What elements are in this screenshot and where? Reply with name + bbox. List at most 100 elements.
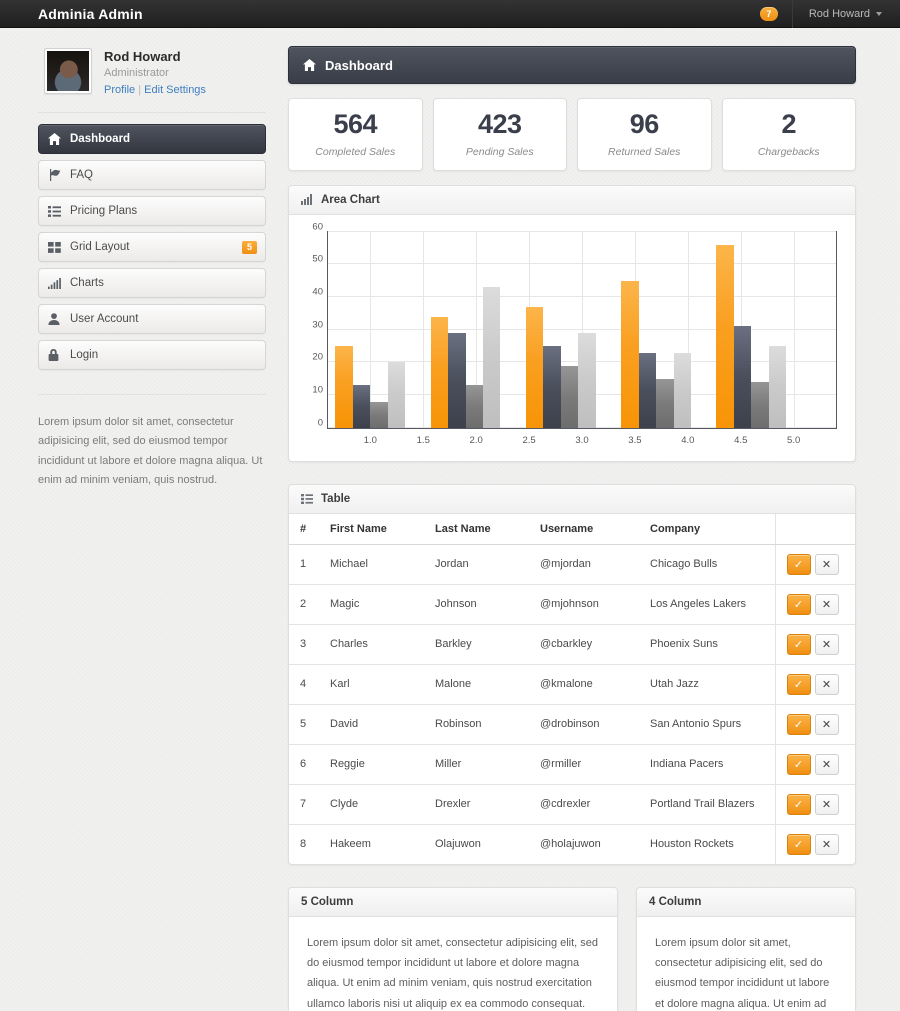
approve-button[interactable]: ✓	[786, 673, 811, 695]
top-navbar: Adminia Admin 7 Rod Howard	[0, 0, 900, 28]
row-first-name: Hakeem	[330, 838, 371, 851]
table-header-row: # First Name Last Name Username Company	[289, 513, 855, 545]
columns-row: 5 Column Lorem ipsum dolor sit amet, con…	[288, 886, 856, 1011]
chart-bar	[638, 352, 657, 428]
delete-button[interactable]: ✕	[814, 833, 839, 855]
chart-panel: Area Chart 0 10 20 30 40 50 60 1.0 1.5 2.0 2.5 3.0 3…	[288, 184, 856, 462]
row-index: 7	[289, 784, 319, 825]
delete-button[interactable]: ✕	[814, 673, 839, 695]
approve-button[interactable]: ✓	[786, 633, 811, 655]
chart-x-tick-label: 5.0	[787, 434, 801, 446]
row-last-name: Drexler	[424, 784, 529, 825]
row-company: Portland Trail Blazers	[639, 784, 775, 825]
home-icon	[48, 133, 68, 145]
profile-name: Rod Howard	[104, 49, 181, 64]
chart-bar	[525, 306, 544, 428]
row-last-name: Johnson	[424, 584, 529, 625]
sidebar-item-charts[interactable]: Charts	[38, 268, 266, 298]
row-username: @cdrexler	[529, 784, 639, 825]
delete-button[interactable]: ✕	[814, 593, 839, 615]
user-menu-label: Rod Howard	[808, 7, 870, 20]
row-company: Houston Rockets	[650, 838, 734, 851]
profile-card: Rod Howard Administrator Profile | Edit …	[38, 46, 266, 112]
sidebar-item-faq[interactable]: FAQ	[38, 160, 266, 190]
sidebar-item-label: Grid Layout	[70, 241, 130, 253]
chart-x-tick-label: 3.5	[628, 434, 642, 446]
approve-button[interactable]: ✓	[786, 553, 811, 575]
stat-card: 423 Pending Sales	[432, 98, 567, 171]
table-panel: Table # First Name Last Name Username Compan…	[288, 483, 856, 865]
sidebar-nav: Dashboard FAQ Pricing Plans Grid Layout 5 Cha…	[38, 112, 266, 370]
chart-bar	[387, 362, 406, 428]
chart-bar	[768, 346, 787, 428]
approve-button[interactable]: ✓	[786, 793, 811, 815]
delete-button[interactable]: ✕	[814, 753, 839, 775]
profile-links: Profile | Edit Settings	[104, 84, 206, 96]
column-panel-5: 5 Column Lorem ipsum dolor sit amet, con…	[288, 886, 618, 1011]
chart-y-tick-label: 30	[312, 319, 323, 331]
sidebar-item-login[interactable]: Login	[38, 340, 266, 370]
chart-icon	[48, 277, 68, 289]
chart-x-tick-label: 2.5	[522, 434, 536, 446]
approve-button[interactable]: ✓	[786, 833, 811, 855]
chart-bar	[751, 381, 769, 428]
sidebar-item-label: Login	[70, 349, 99, 361]
user-icon	[48, 313, 68, 325]
user-menu[interactable]: Rod Howard	[791, 0, 900, 28]
row-last-name: Barkley	[424, 624, 529, 665]
chart-x-tick-label: 3.0	[575, 434, 589, 446]
delete-button[interactable]: ✕	[814, 713, 839, 735]
delete-button[interactable]: ✕	[814, 553, 839, 575]
page-title-bar: Dashboard	[288, 46, 856, 84]
sidebar-item-dashboard[interactable]: Dashboard	[38, 124, 266, 154]
row-index: 5	[289, 704, 319, 745]
row-index: 8	[300, 838, 307, 851]
profile-link[interactable]: Profile	[104, 84, 135, 96]
topbar-right-group: 7 Rod Howard	[759, 0, 900, 28]
row-index: 2	[289, 584, 319, 625]
row-actions: ✓ ✕	[774, 664, 855, 705]
column-4-body: Lorem ipsum dolor sit amet, consectetur …	[655, 936, 830, 1010]
chart-bar	[430, 316, 449, 428]
sidebar-note: Lorem ipsum dolor sit amet, consectetur …	[38, 394, 266, 490]
notification-badge[interactable]: 7	[759, 6, 778, 21]
sidebar-item-grid-layout[interactable]: Grid Layout 5	[38, 232, 266, 262]
row-username: @mjohnson	[529, 584, 639, 625]
row-company: Chicago Bulls	[639, 544, 775, 585]
approve-button[interactable]: ✓	[786, 713, 811, 735]
column-4-title: 4 Column	[649, 895, 702, 908]
chart-y-tick-label: 0	[317, 417, 323, 429]
row-username: @drobinson	[529, 704, 639, 745]
sidebar-item-user-account[interactable]: User Account	[38, 304, 266, 334]
row-username: @rmiller	[529, 744, 639, 785]
edit-settings-link[interactable]: Edit Settings	[144, 84, 206, 96]
sidebar-item-label: Pricing Plans	[70, 205, 138, 217]
stat-label: Pending Sales	[465, 145, 534, 158]
stat-value: 423	[477, 109, 522, 139]
delete-button[interactable]: ✕	[814, 633, 839, 655]
row-username: @kmalone	[529, 664, 639, 705]
row-username: @cbarkley	[529, 624, 639, 665]
delete-button[interactable]: ✕	[814, 793, 839, 815]
chart-bar	[543, 346, 561, 428]
chart-bar	[673, 352, 691, 428]
chart-y-tick-label: 20	[312, 351, 323, 363]
row-last-name: Robinson	[424, 704, 529, 745]
table-row: 7 Clyde Drexler @cdrexler Portland Trail Bla…	[289, 784, 855, 825]
table-head: # First Name Last Name Username Company	[289, 513, 855, 545]
stat-card: 564 Completed Sales	[288, 98, 423, 171]
sidebar-item-badge: 5	[241, 240, 257, 254]
table-row: 2 Magic Johnson @mjohnson Los Angeles Lakers…	[289, 584, 855, 625]
stat-card: 2 Chargebacks	[721, 98, 856, 171]
row-first-name: Clyde	[319, 784, 424, 825]
row-actions: ✓ ✕	[774, 544, 855, 585]
row-actions: ✓ ✕	[774, 744, 855, 785]
approve-button[interactable]: ✓	[786, 593, 811, 615]
app-brand[interactable]: Adminia Admin	[0, 6, 143, 22]
sidebar-item-pricing-plans[interactable]: Pricing Plans	[38, 196, 266, 226]
chart-bar	[560, 365, 579, 428]
chart-gridline-v	[423, 231, 425, 428]
chart-body: 0 10 20 30 40 50 60 1.0 1.5 2.0 2.5 3.0 3.5 4.0 4.5 5.0	[289, 215, 855, 461]
page-title: Dashboard	[325, 57, 393, 73]
approve-button[interactable]: ✓	[786, 753, 811, 775]
